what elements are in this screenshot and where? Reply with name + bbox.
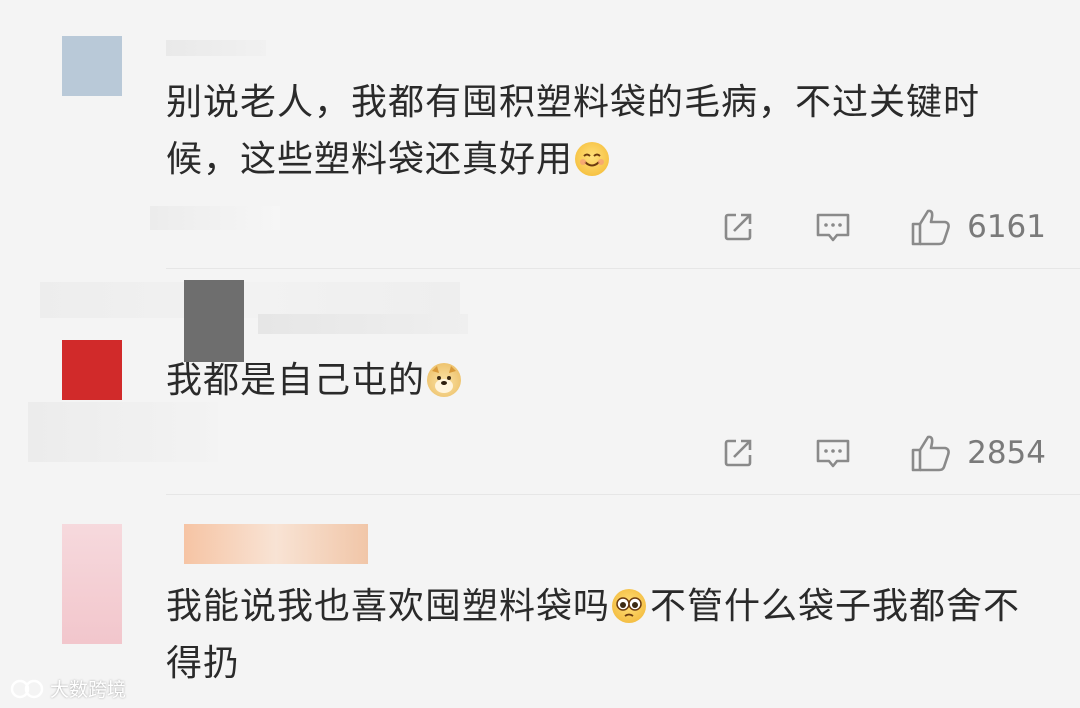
share-button[interactable] [719, 208, 757, 246]
blur-patch [40, 282, 460, 318]
smile-emoji-icon [575, 142, 610, 176]
comment-3: 我能说我也喜欢囤塑料袋吗 不管什么袋子我都舍不得扔 [0, 496, 1080, 708]
comment-body: 我能说我也喜欢囤塑料袋吗 [166, 586, 611, 627]
like-count: 6161 [967, 209, 1046, 245]
avatar[interactable] [62, 524, 122, 644]
logo-icon [10, 679, 44, 698]
comment-1: 别说老人，我都有囤积塑料袋的毛病，不过关键时候，这些塑料袋还真好用 6161 [0, 0, 1080, 270]
comment-icon [816, 439, 850, 468]
doge-emoji-icon [427, 363, 462, 397]
timestamp-blurred [150, 206, 280, 230]
comment-text: 别说老人，我都有囤积塑料袋的毛病，不过关键时候，这些塑料袋还真好用 [166, 74, 1046, 188]
comment-body: 我都是自己屯的 [166, 360, 426, 401]
share-button[interactable] [719, 434, 757, 472]
divider [166, 268, 1080, 269]
avatar[interactable] [62, 36, 122, 96]
username-blurred[interactable] [184, 524, 368, 564]
like-count: 2854 [967, 435, 1046, 471]
watermark-label: 大数跨境 [50, 679, 127, 701]
like-button[interactable]: 6161 [909, 206, 1046, 248]
comment-body: 别说老人，我都有囤积塑料袋的毛病，不过关键时候，这些塑料袋还真好用 [166, 82, 981, 180]
comment-text: 我都是自己屯的 [166, 352, 1046, 409]
comment-2: 我都是自己屯的 2854 [0, 270, 1080, 496]
tear-eyes-emoji-icon [612, 589, 647, 623]
thumbs-up-icon [911, 435, 950, 472]
share-icon [724, 439, 752, 467]
comment-button[interactable] [813, 208, 853, 246]
comment-actions: 2854 [719, 428, 1046, 478]
username-avatar-blurred[interactable] [184, 280, 244, 362]
comment-text: 我能说我也喜欢囤塑料袋吗 不管什么袋子我都舍不得扔 [166, 578, 1046, 692]
blur-patch-left [28, 402, 218, 462]
username-blurred[interactable] [166, 40, 266, 56]
share-icon [724, 213, 752, 241]
comment-icon [816, 213, 850, 242]
divider [166, 494, 1080, 495]
comment-button[interactable] [813, 434, 853, 472]
like-button[interactable]: 2854 [909, 432, 1046, 474]
avatar[interactable] [62, 340, 122, 400]
comment-actions: 6161 [719, 202, 1046, 252]
username-blurred[interactable] [258, 314, 468, 334]
thumbs-up-icon [911, 209, 950, 246]
watermark: 大数跨境 [8, 675, 126, 702]
